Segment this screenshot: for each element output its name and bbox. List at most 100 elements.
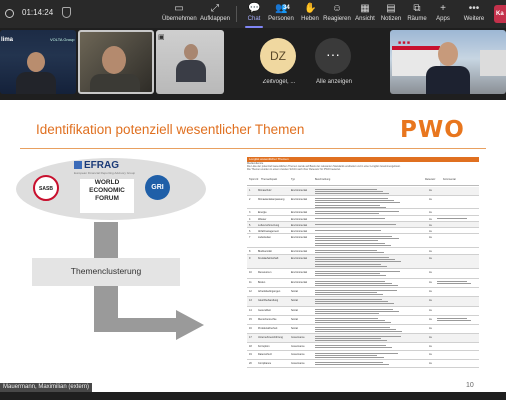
- table-cell: Social: [291, 318, 298, 321]
- table-cell-text-lines: [315, 236, 403, 247]
- table-cell: Kreislaufwirtschaft: [258, 257, 279, 260]
- table-cell-text-lines: [315, 318, 403, 325]
- participant-face: [438, 42, 458, 66]
- table-cell-comment: [437, 281, 477, 285]
- table-cell: Ja: [429, 211, 432, 214]
- room-logo: lima: [1, 37, 14, 43]
- participant-face: [27, 52, 45, 72]
- notes-button[interactable]: ▤ Notizen: [378, 3, 404, 27]
- table-cell: 5: [249, 224, 251, 227]
- longlist-table: Longlist wesentlicher Themen Mediendiens…: [247, 157, 479, 375]
- chat-icon: 💬: [248, 3, 261, 14]
- take-control-button[interactable]: ▭ Übernehmen: [162, 3, 197, 27]
- table-cell: Environmental: [291, 230, 307, 233]
- title-divider: [20, 148, 486, 149]
- table-cell: 18: [249, 345, 252, 348]
- screen-share-icon: ▣: [158, 34, 165, 41]
- more-options-button[interactable]: ••• Weitere: [460, 3, 488, 27]
- participant-video-tile[interactable]: [78, 30, 154, 94]
- table-row: 3 Energie Environmental Ja: [247, 209, 479, 216]
- table-cell-text-lines: [315, 290, 403, 297]
- notes-icon: ▤: [386, 3, 396, 14]
- table-cell: Compliance: [258, 362, 272, 365]
- participant-video-tile[interactable]: lima VOLTA Group: [0, 30, 76, 94]
- table-cell: Ressourcen: [258, 271, 272, 274]
- table-cell: Social: [291, 309, 298, 312]
- table-cell-comment: [437, 218, 477, 220]
- participant-body: [176, 60, 206, 82]
- meeting-toolbar: 01:14:24 ▭ Übernehmen ⤢ Aufklappen 💬 Cha…: [0, 0, 506, 28]
- participant-video-tile[interactable]: ▣: [156, 30, 224, 94]
- table-body: 1 Klimaschutz Environmental Ja 2 Klimawandela…: [247, 187, 479, 368]
- table-cell: Environmental: [291, 211, 307, 214]
- table-column-headers: Topic-Nr. Thema/Aspekt Typ Beschreibung …: [247, 177, 479, 186]
- table-cell: Environmental: [291, 257, 307, 260]
- avatar[interactable]: DZ: [260, 38, 296, 74]
- table-cell: Boden: [258, 281, 266, 284]
- table-cell-text-lines: [315, 230, 403, 232]
- table-cell: Ja: [429, 299, 432, 302]
- table-cell: Lieferketten: [258, 236, 272, 239]
- table-cell: 6: [249, 230, 251, 233]
- more-icon: ···: [326, 46, 340, 62]
- table-cell: Ja: [429, 224, 432, 227]
- shield-icon: [62, 7, 71, 18]
- table-cell-text-lines: [315, 250, 403, 254]
- table-cell: Governance: [291, 336, 305, 339]
- table-cell: 8: [249, 250, 251, 253]
- bottom-edge: [0, 392, 506, 400]
- table-cell: Klimaschutz: [258, 189, 272, 192]
- table-cell: Governance: [291, 362, 305, 365]
- table-cell: Social: [291, 290, 298, 293]
- table-cell: Unternehmensführung: [258, 336, 283, 339]
- table-cell: Biodiversität: [258, 250, 272, 253]
- participant-video-tile[interactable]: ■ ■ ■: [390, 30, 506, 94]
- presenter-name-label: Mauermann, Maximilian (extern): [0, 383, 93, 392]
- table-cell: Governance: [291, 345, 305, 348]
- rooms-icon: ⧉: [413, 3, 421, 14]
- table-cell: Environmental: [291, 218, 307, 221]
- expand-icon: ⤢: [211, 3, 219, 14]
- wef-logo: WORLD ECONOMIC FORUM: [80, 179, 134, 213]
- raise-hand-button[interactable]: ✋ Heben: [298, 3, 322, 27]
- table-cell: 19: [249, 353, 252, 356]
- table-row: 11 Boden Environmental Ja: [247, 279, 479, 288]
- table-cell: Ja: [429, 309, 432, 312]
- table-cell: Environmental: [291, 189, 307, 192]
- expand-button[interactable]: ⤢ Aufklappen: [198, 3, 232, 27]
- view-button[interactable]: ▦ Ansicht: [352, 3, 378, 27]
- table-cell: Ja: [429, 327, 432, 330]
- table-cell: Datenschutz: [258, 353, 272, 356]
- show-all-participants-button[interactable]: ···: [315, 38, 351, 74]
- rooms-button[interactable]: ⧉ Räume: [404, 3, 430, 27]
- sasb-logo: SASB: [33, 175, 59, 201]
- slide-title: Identifikation potenziell wesentlicher T…: [36, 122, 305, 137]
- table-row: 7 Lieferketten Environmental Ja: [247, 234, 479, 248]
- table-cell: 17: [249, 336, 252, 339]
- table-cell: Environmental: [291, 198, 307, 201]
- table-cell: Ja: [429, 218, 432, 221]
- react-button[interactable]: ☺ Reagieren: [322, 3, 352, 27]
- apps-button[interactable]: + Apps: [432, 3, 454, 27]
- table-cell-text-lines: [315, 281, 403, 288]
- chat-button[interactable]: 💬 Chat: [242, 3, 266, 27]
- table-cell: Social: [291, 299, 298, 302]
- table-cell-text-lines: [315, 189, 403, 196]
- table-cell-text-lines: [315, 257, 403, 268]
- building-background: [480, 50, 506, 76]
- table-cell: Ja: [429, 230, 432, 233]
- leave-button[interactable]: Ka: [494, 5, 506, 23]
- table-row: 15 Menschenrechte Social Ja: [247, 316, 479, 325]
- table-cell-text-lines: [315, 362, 403, 366]
- table-cell: Korruption: [258, 345, 270, 348]
- table-cell: Ja: [429, 336, 432, 339]
- table-row: 19 Datenschutz Governance Ja: [247, 351, 479, 360]
- efrag-logo: EFRAG European Financial Reporting Advis…: [74, 160, 136, 175]
- people-button[interactable]: 👥 Personen: [266, 3, 296, 27]
- table-cell-text-lines: [315, 299, 403, 306]
- view-icon: ▦: [360, 3, 370, 14]
- show-all-label: Alle anzeigen: [315, 79, 353, 85]
- table-cell: Ja: [429, 281, 432, 284]
- flow-arrow-head: [176, 310, 204, 340]
- table-cell: Ja: [429, 250, 432, 253]
